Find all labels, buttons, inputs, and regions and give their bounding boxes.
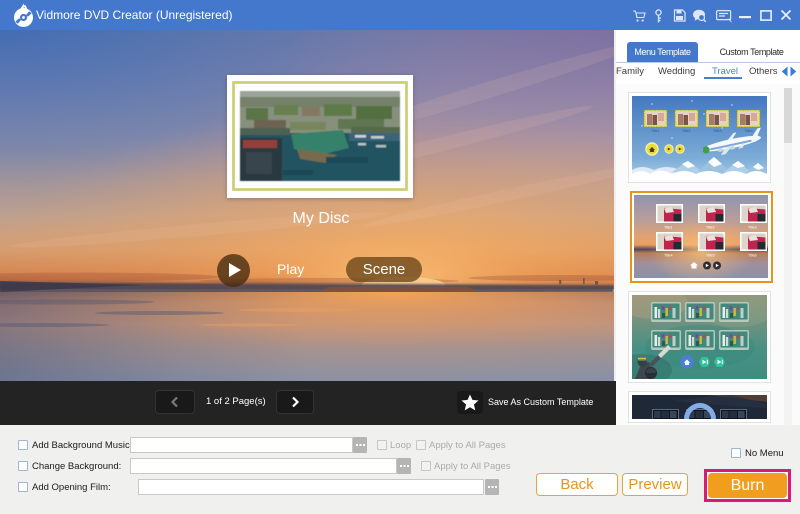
- svg-text:Title3: Title3: [713, 129, 722, 133]
- svg-text:Title3: Title3: [748, 226, 757, 230]
- svg-text:Title1: Title1: [664, 226, 673, 230]
- svg-text:Title4: Title4: [664, 254, 673, 258]
- svg-text:Title5: Title5: [706, 254, 715, 258]
- svg-text:Title4: Title4: [744, 129, 753, 133]
- svg-text:Title6: Title6: [748, 254, 757, 258]
- svg-text:Title2: Title2: [682, 129, 691, 133]
- svg-text:Title2: Title2: [706, 226, 715, 230]
- svg-text:Title1: Title1: [651, 129, 660, 133]
